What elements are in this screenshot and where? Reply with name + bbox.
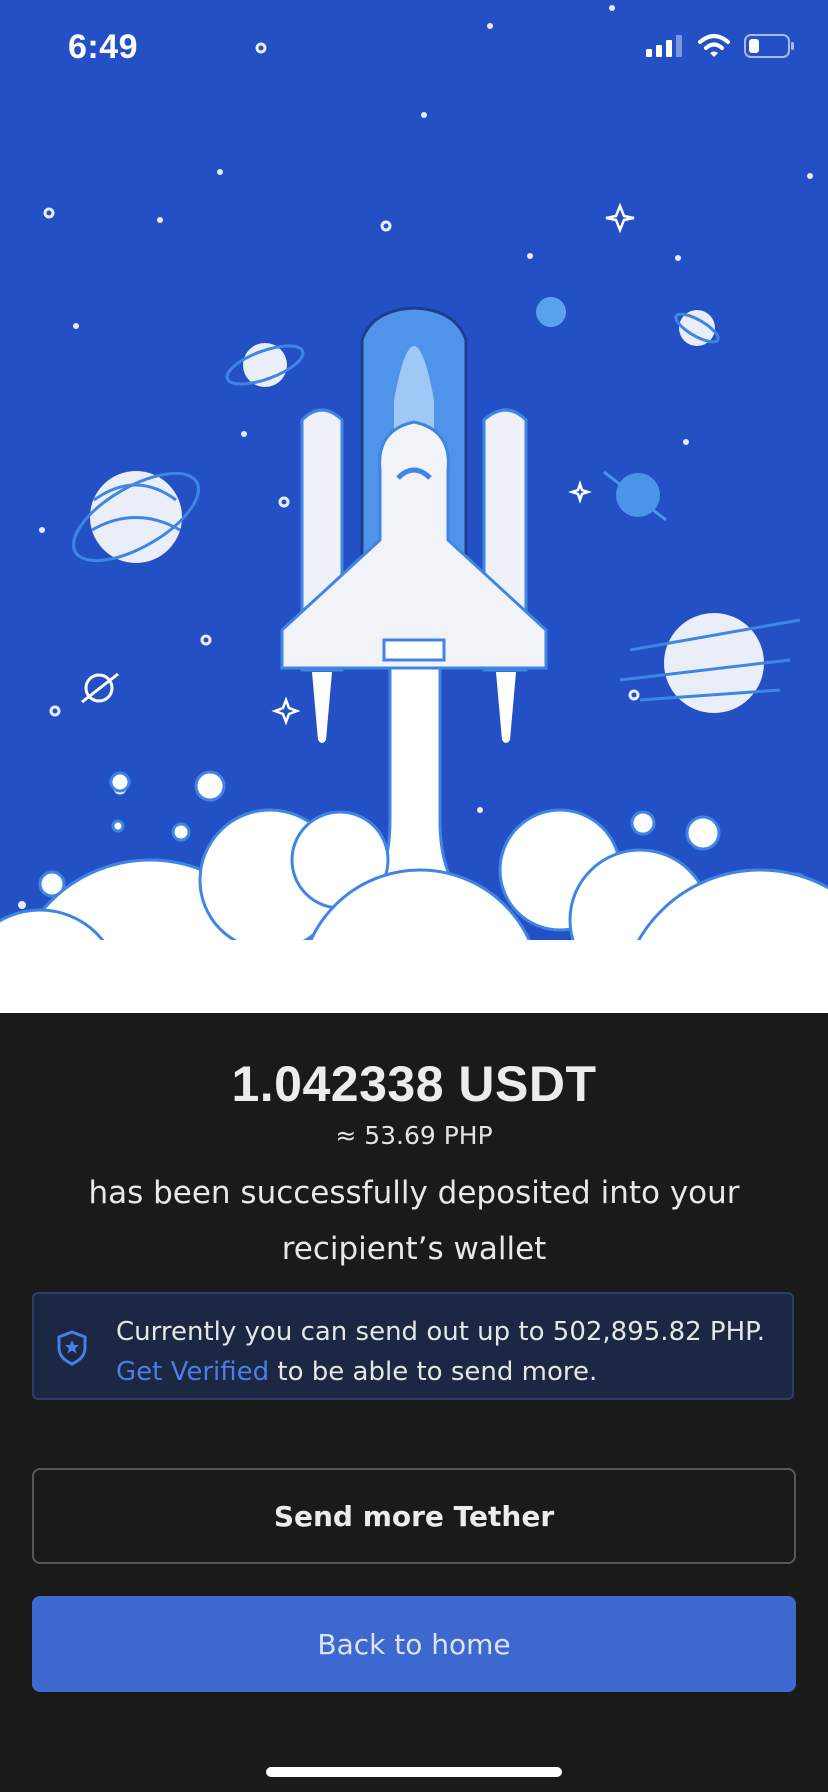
notice-text: Currently you can send out up to 502,895… xyxy=(116,1312,772,1392)
deposit-message: has been successfully deposited into you… xyxy=(88,1175,740,1267)
verification-notice: Currently you can send out up to 502,895… xyxy=(32,1292,794,1400)
wifi-icon xyxy=(698,34,730,57)
notice-text-suffix: to be able to send more. xyxy=(277,1357,598,1387)
status-time: 6:49 xyxy=(68,28,139,66)
battery-icon xyxy=(744,34,794,58)
get-verified-link[interactable]: Get Verified xyxy=(116,1357,269,1387)
rocket-launch-icon xyxy=(0,5,828,1013)
send-more-button[interactable]: Send more Tether xyxy=(32,1468,796,1564)
status-icons xyxy=(646,34,796,58)
back-to-home-button[interactable]: Back to home xyxy=(32,1596,796,1692)
deposit-summary: 1.042338 USDT ≈ 53.69 PHP has been succe… xyxy=(0,1013,828,1792)
status-bar: 6:49 xyxy=(0,0,828,100)
shield-star-icon xyxy=(57,1330,87,1366)
signal-icon xyxy=(646,35,682,57)
home-indicator xyxy=(266,1767,562,1777)
notice-text-prefix: Currently you can send out up to 502,895… xyxy=(116,1317,766,1347)
deposit-amount: 1.042338 USDT xyxy=(231,1056,597,1112)
hero-illustration xyxy=(0,0,828,1013)
deposit-approx-value: ≈ 53.69 PHP xyxy=(335,1121,493,1150)
